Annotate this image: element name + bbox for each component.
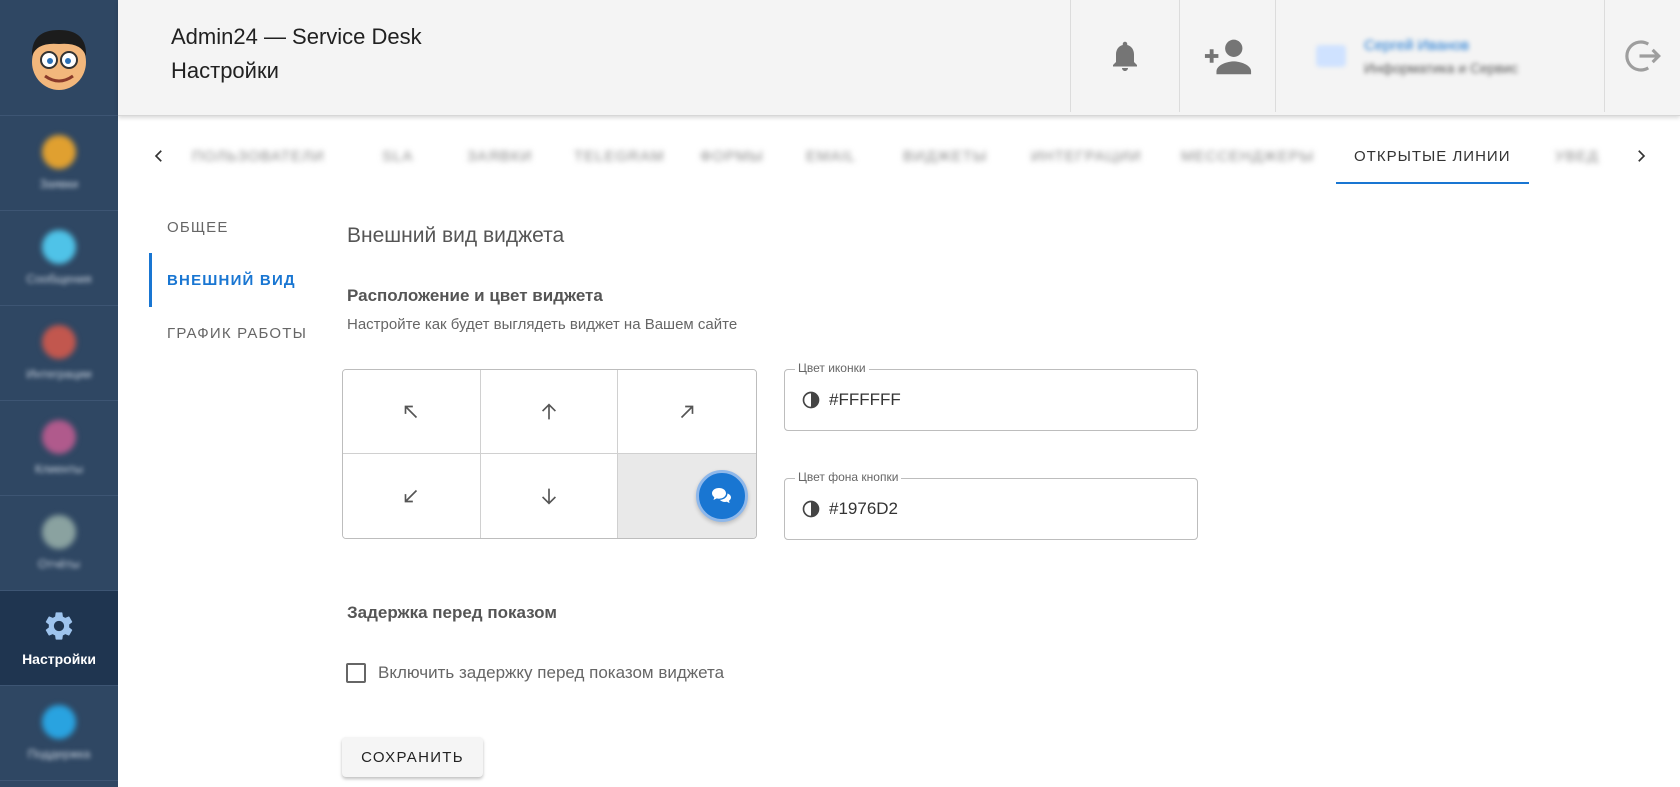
tabs-scroll-right-button[interactable] [1623,130,1659,182]
tab-open-lines[interactable]: ОТКРЫТЫЕ ЛИНИИ [1336,130,1529,184]
person-add-icon [1204,39,1251,75]
rail-item-label: Интеграции [26,367,92,381]
position-title: Расположение и цвет виджета [347,286,603,305]
side-item-appearance[interactable]: ВНЕШНИЙ ВИД [149,253,319,307]
position-description: Настройте как будет выглядеть виджет на … [347,316,738,333]
bg-color-field[interactable]: Цвет фона кнопки #1976D2 [784,470,1198,540]
rail-item-settings[interactable]: Настройки [0,591,118,686]
rail-item-icon [42,135,76,169]
rail-item-2[interactable]: Сообщения [0,211,118,306]
avatar [1316,45,1346,67]
rail-item-icon [42,230,76,264]
rail-item-1[interactable]: Заявки [0,116,118,211]
user-profile[interactable]: Сергей Иванов Информатика и Сервис [1275,0,1593,112]
icon-color-value[interactable]: #FFFFFF [829,390,901,410]
rail-item-icon [42,325,76,359]
settings-tabs: ПОЛЬЗОВАТЕЛИ SLA ЗАЯВКИ TELEGRAM ФОРМЫ E… [118,130,1680,184]
top-header: Admin24 — Service Desk Настройки Сергей … [118,0,1680,116]
rail-item-label: Клиенты [34,462,84,476]
position-bottom-center[interactable] [480,454,619,538]
arrow-down-left-icon [405,489,418,503]
tab-messengers[interactable]: МЕССЕНДЖЕРЫ [1181,130,1314,182]
tab-sla[interactable]: SLA [382,130,413,182]
save-button[interactable]: СОХРАНИТЬ [342,737,483,777]
icon-color-label: Цвет иконки [795,361,869,375]
contrast-icon [802,391,820,409]
position-top-center[interactable] [480,370,619,454]
logo[interactable] [0,0,118,116]
widget-preview-button [696,470,748,522]
arrow-up-left-icon [405,405,418,418]
rail-item-label: Заявки [39,177,79,191]
side-item-general[interactable]: ОБЩЕЕ [149,200,319,254]
page-title: Настройки [171,58,279,83]
rail-item-5[interactable]: Отчёты [0,496,118,591]
rail-item-label: Настройки [22,651,96,667]
tab-email[interactable]: EMAIL [806,130,856,182]
chat-bubbles-icon [712,488,731,504]
tab-requests[interactable]: ЗАЯВКИ [467,130,532,182]
contrast-icon [802,500,820,518]
tab-telegram[interactable]: TELEGRAM [574,130,665,182]
position-bottom-right[interactable] [618,454,756,538]
rail-item-label: Отчёты [38,557,80,571]
chevron-right-icon [1638,150,1646,162]
delay-title: Задержка перед показом [347,603,557,622]
tabs-scroll-left-button[interactable] [141,130,177,182]
rail-item-4[interactable]: Клиенты [0,401,118,496]
tab-notifications[interactable]: УВЕД [1555,130,1599,182]
rail-item-icon [42,515,76,549]
arrow-up-icon [541,402,556,419]
bell-icon [1113,41,1137,71]
rail-item-icon [42,705,76,739]
bg-color-label: Цвет фона кнопки [795,470,902,484]
logout-icon [1624,40,1661,72]
avatar-logo-icon [31,29,87,90]
chevron-left-icon [154,150,162,162]
position-top-right[interactable] [618,370,756,454]
bg-color-value[interactable]: #1976D2 [829,499,898,519]
rail-item-label: Поддержка [27,747,91,761]
side-item-schedule[interactable]: ГРАФИК РАБОТЫ [149,306,319,360]
notifications-button[interactable] [1070,0,1179,112]
widget-position-grid [342,369,757,539]
tab-forms[interactable]: ФОРМЫ [700,130,764,182]
logout-button[interactable] [1604,0,1680,112]
position-bottom-left[interactable] [343,454,481,538]
rail-item-3[interactable]: Интеграции [0,306,118,401]
user-org: Информатика и Сервис [1364,59,1518,76]
app-title: Admin24 — Service Desk [171,24,422,49]
tab-users[interactable]: ПОЛЬЗОВАТЕЛИ [192,130,325,182]
position-top-left[interactable] [343,370,481,454]
icon-color-field[interactable]: Цвет иконки #FFFFFF [784,361,1198,431]
delay-checkbox-label[interactable]: Включить задержку перед показом виджета [378,663,724,683]
rail-item-7[interactable]: Поддержка [0,686,118,781]
left-rail: Заявки Сообщения Интеграции Клиенты Отчё… [0,0,118,787]
add-user-button[interactable] [1179,0,1275,112]
user-info: Сергей Иванов Информатика и Сервис [1364,37,1518,76]
rail-item-icon [42,420,76,454]
section-title: Внешний вид виджета [347,224,565,247]
arrow-down-icon [541,488,556,505]
tab-widgets[interactable]: ВИДЖЕТЫ [903,130,987,182]
arrow-up-right-icon [681,405,694,418]
rail-item-label: Сообщения [26,272,92,286]
tab-integrations[interactable]: ИНТЕГРАЦИИ [1031,130,1142,182]
app-root: Заявки Сообщения Интеграции Клиенты Отчё… [0,0,1680,787]
gear-icon [45,612,73,640]
user-name: Сергей Иванов [1364,36,1470,54]
delay-checkbox[interactable] [346,663,366,683]
